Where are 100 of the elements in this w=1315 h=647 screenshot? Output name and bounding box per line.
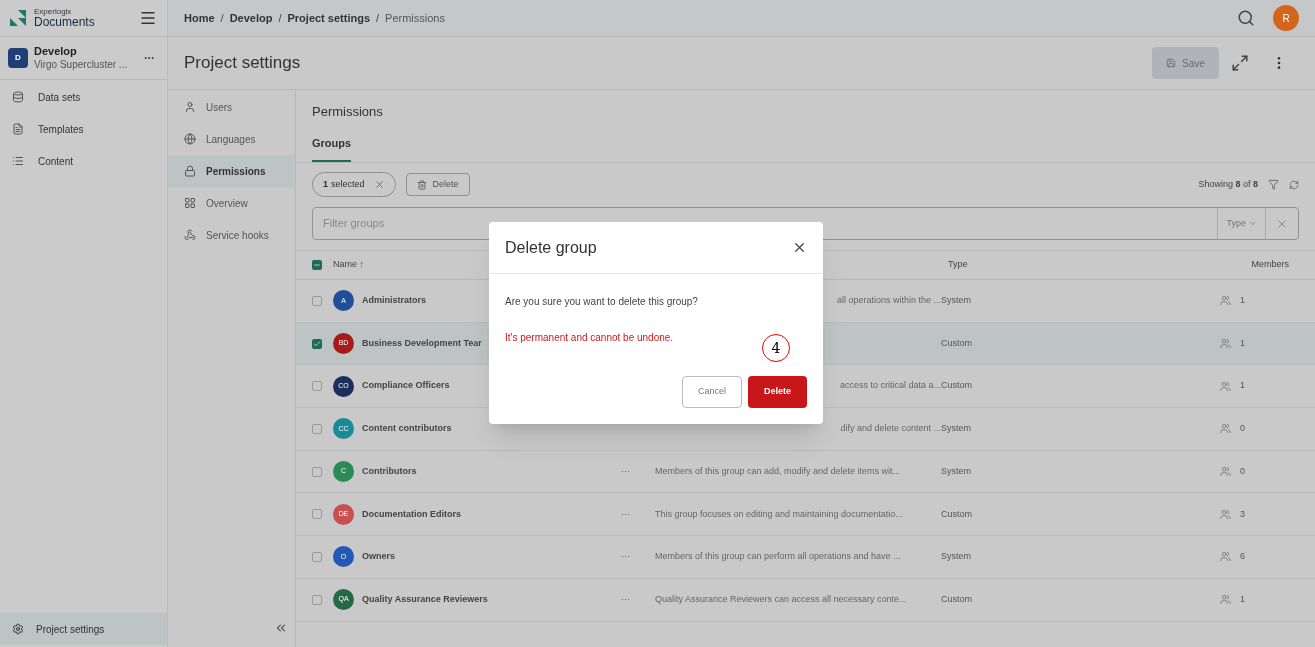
- group-type: Custom: [941, 592, 972, 606]
- settings-nav-item[interactable]: Languages: [168, 123, 295, 155]
- row-checkbox[interactable]: [312, 509, 322, 520]
- group-description: Members of this group can add, modify and delete items wit...: [655, 464, 901, 478]
- project-avatar: D: [8, 48, 28, 68]
- showing-count: Showing 8 of 8: [1198, 177, 1258, 191]
- section-title: Permissions: [312, 103, 384, 121]
- group-description: access to critical data a...: [839, 379, 941, 393]
- row-menu-button[interactable]: ···: [621, 593, 630, 604]
- page-title: Project settings: [184, 52, 301, 75]
- breadcrumb-link[interactable]: Project settings: [287, 9, 370, 27]
- group-description: This group focuses on editing and maintaining documentatio...: [655, 507, 903, 521]
- member-count: 3: [1240, 507, 1246, 521]
- row-checkbox[interactable]: [312, 594, 322, 605]
- trash-icon: [416, 179, 427, 190]
- group-type: Custom: [941, 507, 972, 521]
- row-menu-button[interactable]: ···: [621, 508, 630, 519]
- group-description: dify and delete content ...: [840, 422, 941, 436]
- refresh-icon[interactable]: [1289, 179, 1299, 190]
- column-header[interactable]: Members: [1251, 258, 1289, 272]
- dialog-title: Delete group: [505, 237, 597, 258]
- column-header[interactable]: Type: [948, 258, 968, 272]
- cancel-button[interactable]: Cancel: [682, 376, 742, 408]
- close-icon[interactable]: [792, 240, 807, 255]
- menu-button[interactable]: [139, 9, 157, 27]
- row-checkbox[interactable]: [312, 423, 322, 434]
- logo-text: Experlogix: [34, 8, 73, 16]
- member-count: 1: [1240, 379, 1246, 393]
- collapse-icon[interactable]: [274, 621, 288, 635]
- group-description: all operations within the ...: [836, 294, 941, 308]
- project-subtitle: Virgo Supercluster ...: [34, 58, 128, 72]
- member-count: 0: [1240, 464, 1246, 478]
- delete-button[interactable]: Delete: [405, 173, 470, 196]
- group-type: Custom: [941, 379, 972, 393]
- lock-icon: [184, 165, 196, 177]
- column-header[interactable]: Name ↑: [333, 258, 364, 272]
- save-icon: [1166, 58, 1177, 68]
- chevron-icon: [1248, 219, 1257, 228]
- breadcrumb-separator: /: [376, 10, 380, 26]
- type-dropdown[interactable]: Type: [1217, 208, 1265, 239]
- group-name: Quality Assurance Reviewers: [362, 592, 488, 606]
- select-all-checkbox[interactable]: [312, 260, 322, 270]
- settings-nav-item[interactable]: Service hooks: [168, 219, 295, 251]
- annotation-marker: 4: [762, 334, 790, 362]
- row-checkbox[interactable]: [312, 338, 322, 349]
- row-menu-button[interactable]: ···: [621, 465, 630, 476]
- breadcrumb-separator: /: [278, 10, 282, 26]
- members-icon: [1220, 295, 1231, 307]
- settings-nav-item[interactable]: Permissions: [168, 155, 295, 187]
- group-type: System: [941, 422, 971, 436]
- globe-icon: [184, 133, 196, 145]
- minus-icon: [313, 261, 321, 269]
- user-avatar[interactable]: R: [1273, 5, 1299, 31]
- members-icon: [1220, 338, 1231, 350]
- row-checkbox[interactable]: [312, 466, 322, 477]
- member-count: 1: [1240, 336, 1246, 350]
- tab[interactable]: Groups: [312, 134, 352, 162]
- row-checkbox[interactable]: [312, 381, 322, 392]
- sidebar-item[interactable]: Project settings: [0, 613, 167, 645]
- members-icon: [1220, 594, 1231, 606]
- search-icon[interactable]: [1237, 9, 1255, 27]
- database-icon: [12, 91, 24, 103]
- members-icon: [1220, 423, 1231, 435]
- settings-nav-item[interactable]: Overview: [168, 187, 295, 219]
- breadcrumb-link[interactable]: Home: [184, 9, 215, 27]
- warning-text: It's permanent and cannot be undone.: [505, 331, 675, 345]
- user-icon: [184, 101, 196, 113]
- clear-icon[interactable]: [373, 179, 385, 190]
- group-type: System: [941, 550, 971, 564]
- members-icon: [1220, 466, 1231, 478]
- sidebar-item[interactable]: Content: [0, 145, 167, 177]
- row-menu-button[interactable]: ···: [621, 551, 630, 562]
- members-icon: [1220, 508, 1231, 520]
- group-type: System: [941, 464, 971, 478]
- settings-icon: [12, 623, 24, 635]
- group-name: Administrators: [362, 294, 426, 308]
- list-icon: [12, 155, 24, 167]
- settings-nav-item[interactable]: Users: [168, 91, 295, 123]
- group-description: Members of this group can perform all operations and have ...: [655, 550, 901, 564]
- expand-icon[interactable]: [1231, 54, 1249, 72]
- group-type: Custom: [941, 336, 972, 350]
- group-name: Contributors: [362, 464, 417, 478]
- breadcrumb-link[interactable]: Develop: [229, 9, 273, 27]
- member-count: 1: [1240, 592, 1246, 606]
- group-description: Quality Assurance Reviewers can access all necessary conte...: [655, 592, 907, 606]
- member-count: 6: [1240, 550, 1246, 564]
- group-name: Owners: [362, 550, 395, 564]
- sidebar-item[interactable]: Templates: [0, 113, 167, 145]
- members-icon: [1220, 551, 1231, 563]
- row-checkbox[interactable]: [312, 295, 322, 306]
- member-count: 1: [1240, 294, 1246, 308]
- group-name: Documentation Editors: [362, 507, 461, 521]
- webhook-icon: [184, 229, 196, 241]
- breadcrumb-separator: /: [220, 10, 224, 26]
- filter-icon[interactable]: [1268, 179, 1279, 190]
- confirm-delete-button[interactable]: Delete: [748, 376, 807, 408]
- row-checkbox[interactable]: [312, 551, 322, 562]
- check-icon: [313, 339, 321, 348]
- sidebar-item[interactable]: Data sets: [0, 81, 167, 113]
- breadcrumb-link[interactable]: Permissions: [385, 9, 445, 27]
